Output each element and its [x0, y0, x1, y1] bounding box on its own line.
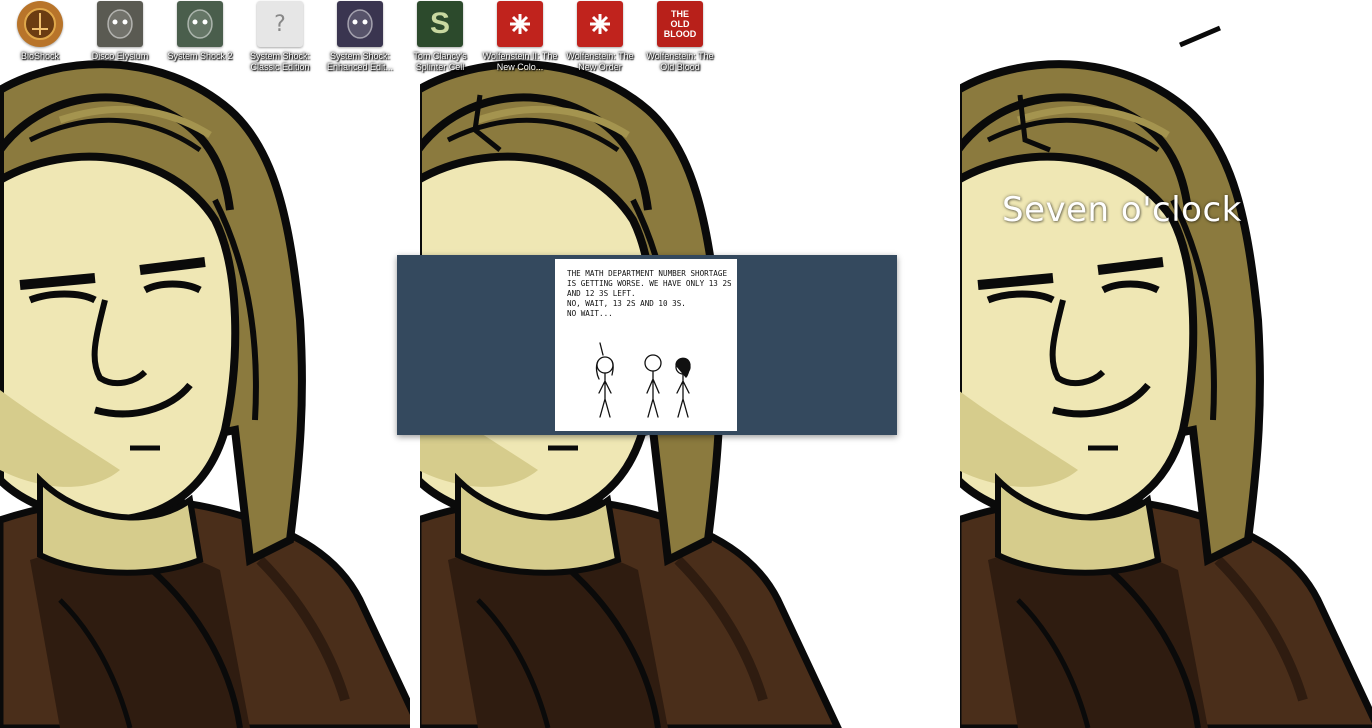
desktop-icon[interactable]: Wolfenstein II: The New Colo...	[480, 0, 560, 80]
desktop-icon[interactable]: THE OLD BLOOD Wolfenstein: The Old Blood	[640, 0, 720, 80]
clock-text: Seven o'clock	[1002, 190, 1242, 230]
desktop-icon[interactable]: ? System Shock: Classic Edition	[240, 0, 320, 80]
desktop-icon-label: Wolfenstein II: The New Colo...	[482, 51, 558, 72]
disco-elysium-icon	[97, 1, 143, 47]
portrait-tile-left	[0, 64, 420, 728]
wolfenstein-old-blood-icon: THE OLD BLOOD	[657, 1, 703, 47]
wolfenstein-new-order-icon	[577, 1, 623, 47]
desktop-icon-label: Wolfenstein: The New Order	[566, 51, 634, 72]
system-shock-2-icon	[177, 1, 223, 47]
portrait-tile-right	[958, 64, 1372, 728]
desktop-icon[interactable]: BioShock	[0, 0, 80, 80]
desktop-icon-label: System Shock: Enhanced Edit...	[326, 51, 394, 72]
desktop-icon[interactable]: Disco Elysium	[80, 0, 160, 80]
desktop-icon-label: System Shock 2	[167, 51, 233, 61]
unknown-file-icon: ?	[257, 1, 303, 47]
splinter-cell-icon: S	[417, 1, 463, 47]
desktop-icon[interactable]: S Tom Clancy's Splinter Cell	[400, 0, 480, 80]
desktop-icon-label: System Shock: Classic Edition	[249, 51, 311, 72]
comic-panel: THE MATH DEPARTMENT NUMBER SHORTAGE IS G…	[555, 259, 737, 431]
desktop-icon-label: Wolfenstein: The Old Blood	[646, 51, 714, 72]
desktop-icon[interactable]: System Shock: Enhanced Edit...	[320, 0, 400, 80]
desktop-icon[interactable]: System Shock 2	[160, 0, 240, 80]
desktop-icon[interactable]: Wolfenstein: The New Order	[560, 0, 640, 80]
desktop-icon-label: Disco Elysium	[91, 51, 149, 61]
bioshock-icon	[17, 1, 63, 47]
desktop-icon-label: Tom Clancy's Splinter Cell	[413, 51, 467, 72]
desktop-icon-label: BioShock	[20, 51, 60, 61]
system-shock-enhanced-icon	[337, 1, 383, 47]
stick-figures-illustration	[595, 342, 691, 418]
wolfenstein-ii-icon	[497, 1, 543, 47]
comic-popup[interactable]: THE MATH DEPARTMENT NUMBER SHORTAGE IS G…	[397, 255, 897, 435]
